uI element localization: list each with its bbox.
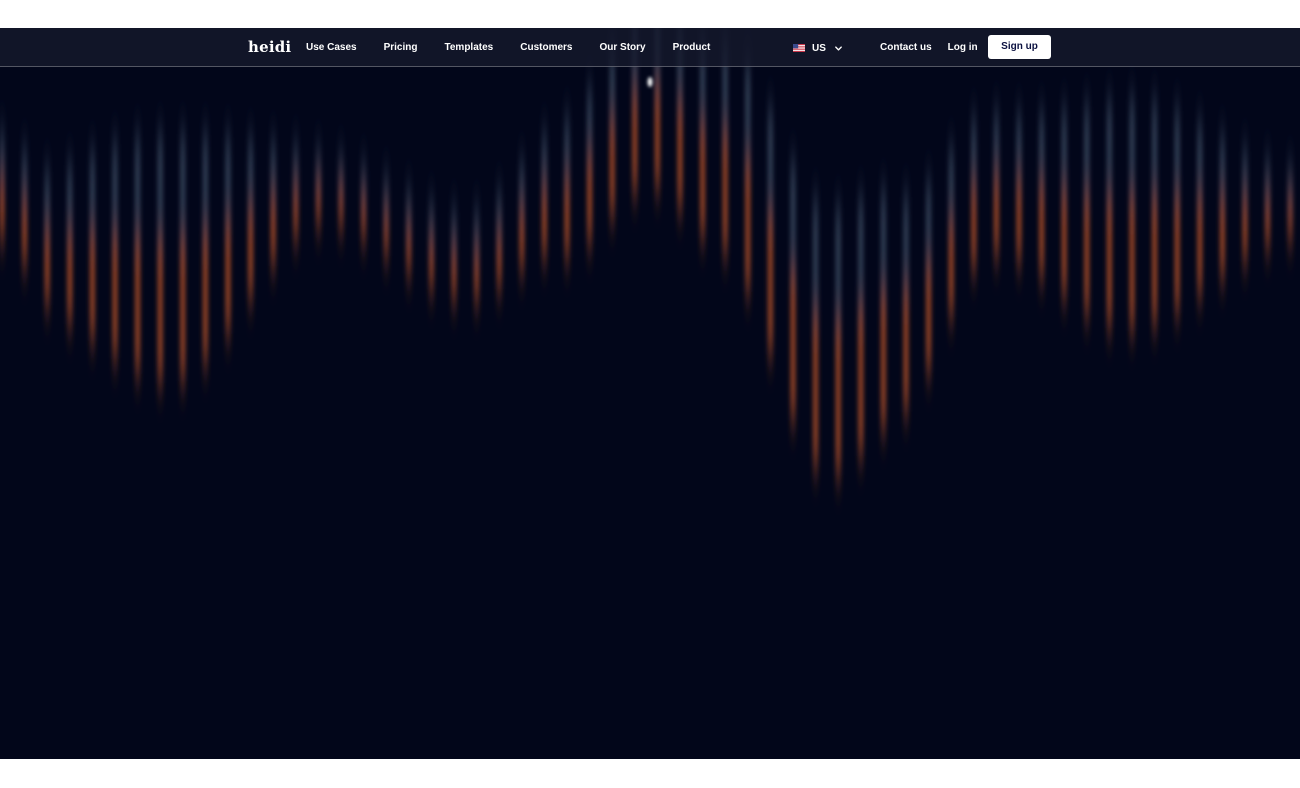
waveform-bar-lower xyxy=(474,249,480,303)
waveform-bar-lower xyxy=(722,129,728,255)
waveform-bar-lower xyxy=(496,233,502,290)
waveform-bar-lower xyxy=(790,269,796,421)
log-in-link[interactable]: Log in xyxy=(948,42,978,53)
waveform-bar-lower xyxy=(361,196,367,241)
heidi-logo[interactable]: heidi xyxy=(248,37,291,57)
waveform-bar-lower xyxy=(112,232,118,360)
waveform-bar-lower xyxy=(926,261,932,374)
waveform-bar-lower xyxy=(1174,194,1180,314)
nav-our-story[interactable]: Our Story xyxy=(599,42,645,53)
waveform-bar-lower xyxy=(1061,188,1067,298)
waveform-bar-lower xyxy=(813,311,819,468)
waveform-bar-lower xyxy=(22,198,28,267)
waveform-bar-lower xyxy=(67,231,73,325)
waveform-bar-lower xyxy=(135,235,141,375)
waveform-bar-lower xyxy=(835,319,841,477)
waveform-bar-lower xyxy=(89,230,95,342)
nav-use-cases[interactable]: Use Cases xyxy=(306,42,357,53)
waveform-bar-lower xyxy=(1084,193,1090,317)
waveform-bar-lower xyxy=(948,219,954,318)
waveform-bar-lower xyxy=(1129,195,1135,332)
waveform-bar-lower xyxy=(1152,194,1158,326)
account-links: Contact us Log in xyxy=(880,28,978,67)
contact-us-link[interactable]: Contact us xyxy=(880,42,932,53)
waveform-bar-lower xyxy=(858,305,864,457)
region-selector[interactable]: US xyxy=(793,40,843,56)
nav-templates[interactable]: Templates xyxy=(445,42,494,53)
waveform-bar-lower xyxy=(1197,195,1203,298)
waveform-bar-lower xyxy=(767,211,773,356)
waveform-bar-lower xyxy=(541,186,547,259)
waveform-bar-lower xyxy=(0,178,5,242)
waveform-bar-lower xyxy=(880,290,886,431)
waveform-bar-lower xyxy=(338,186,344,229)
waveform-bar-lower xyxy=(971,182,977,272)
waveform-bar-lower xyxy=(564,176,570,259)
waveform-bar-lower xyxy=(180,236,186,382)
waveform-bar-lower xyxy=(1287,197,1293,241)
waveform-bar-lower xyxy=(609,118,615,218)
waveform-bar-lower xyxy=(519,208,525,272)
top-navbar: heidi Use Cases Pricing Templates Custom… xyxy=(0,28,1300,67)
waveform-bar-lower xyxy=(451,248,457,301)
waveform-bar-lower xyxy=(1242,196,1248,263)
waveform-bar-lower xyxy=(587,153,593,245)
primary-nav: Use Cases Pricing Templates Customers Ou… xyxy=(306,28,737,67)
waveform-bar-lower xyxy=(157,237,163,384)
waveform-bar-lower xyxy=(745,157,751,293)
waveform-bar-lower xyxy=(44,227,50,307)
waveform-bar-lower xyxy=(428,239,434,290)
waveform-bar-lower xyxy=(993,173,999,258)
hero-viewport: heidi Use Cases Pricing Templates Custom… xyxy=(0,28,1300,759)
nav-pricing[interactable]: Pricing xyxy=(384,42,418,53)
audio-waveform-graphic xyxy=(0,28,1293,477)
sign-up-button[interactable]: Sign up xyxy=(988,35,1051,59)
waveform-bar-lower xyxy=(903,286,909,413)
waveform-bar-lower xyxy=(1016,176,1022,264)
us-flag-icon xyxy=(793,44,805,52)
waveform-bar-lower xyxy=(225,218,231,335)
chevron-down-icon xyxy=(835,45,842,51)
waveform-bar-lower xyxy=(406,226,412,275)
waveform-bar-lower xyxy=(270,194,276,267)
waveform-bar-lower xyxy=(654,84,660,190)
waveform-bar-lower xyxy=(383,210,389,257)
waveform-bar-lower xyxy=(248,206,254,301)
waveform-bar-lower xyxy=(1039,182,1045,279)
waveform-bar-lower xyxy=(293,185,299,240)
waveform-bar-lower xyxy=(1219,196,1225,280)
region-label: US xyxy=(812,42,826,54)
waveform-bar-lower xyxy=(202,229,208,364)
waveform-bar-lower xyxy=(1265,197,1271,249)
waveform-bar-lower xyxy=(677,101,683,211)
nav-customers[interactable]: Customers xyxy=(520,42,572,53)
waveform-highlight-dot xyxy=(647,77,653,87)
waveform-bar-lower xyxy=(632,90,638,195)
waveform-bar-lower xyxy=(1106,195,1112,329)
nav-product[interactable]: Product xyxy=(673,42,711,53)
waveform-bar-lower xyxy=(700,122,706,239)
waveform-bar-lower xyxy=(315,182,321,227)
